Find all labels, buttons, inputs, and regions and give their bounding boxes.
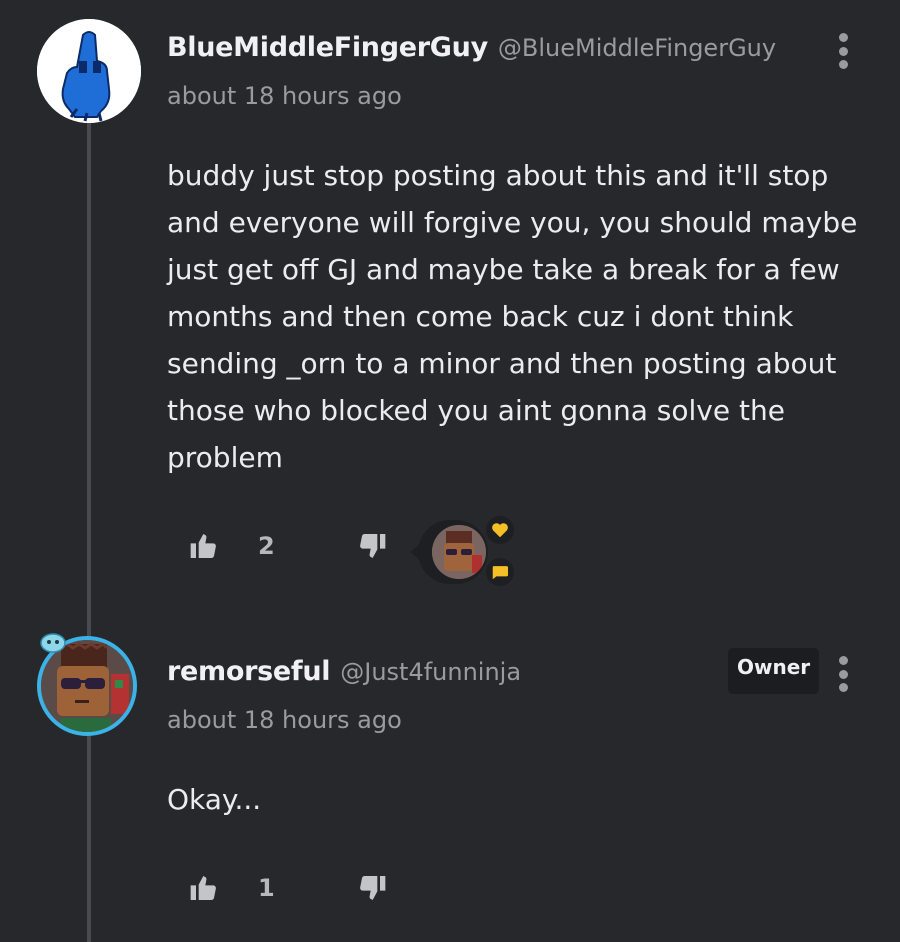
timestamp: about 18 hours ago	[167, 82, 402, 110]
owner-badge: Owner	[728, 648, 820, 694]
blue-hand-avatar-icon	[37, 19, 141, 123]
reactions-cluster[interactable]	[410, 516, 520, 588]
heart-reaction	[486, 516, 514, 544]
comment-actions: 1	[188, 872, 388, 904]
reaction-avatar	[432, 525, 486, 579]
thumbs-up-icon[interactable]	[188, 530, 220, 562]
more-vertical-icon[interactable]	[836, 656, 850, 692]
comment-header: BlueMiddleFingerGuy @BlueMiddleFingerGuy	[167, 32, 776, 63]
comment-header: remorseful @Just4funninja	[167, 656, 521, 687]
chat-reaction	[486, 558, 514, 586]
user-handle[interactable]: @BlueMiddleFingerGuy	[498, 34, 776, 62]
thread-line	[87, 118, 91, 942]
thumbs-down-icon[interactable]	[356, 530, 388, 562]
avatar-bluemiddlefingerguy[interactable]	[37, 19, 141, 123]
ninja-avatar-icon	[432, 525, 486, 579]
timestamp: about 18 hours ago	[167, 706, 402, 734]
username[interactable]: BlueMiddleFingerGuy	[167, 32, 488, 63]
ghost-badge-icon	[40, 633, 66, 653]
comment-body: buddy just stop posting about this and i…	[167, 159, 858, 474]
avatar-remorseful[interactable]	[33, 632, 147, 746]
thumbs-down-icon[interactable]	[356, 872, 388, 904]
user-handle[interactable]: @Just4funninja	[340, 658, 521, 686]
heart-icon	[492, 523, 508, 538]
chat-bubble-icon	[492, 566, 508, 580]
more-vertical-icon[interactable]	[836, 33, 850, 69]
like-count: 1	[258, 874, 275, 902]
comment-actions: 2	[188, 530, 388, 562]
thumbs-up-icon[interactable]	[188, 872, 220, 904]
comment-body: Okay...	[167, 783, 262, 816]
like-count: 2	[258, 532, 275, 560]
username[interactable]: remorseful	[167, 656, 331, 687]
